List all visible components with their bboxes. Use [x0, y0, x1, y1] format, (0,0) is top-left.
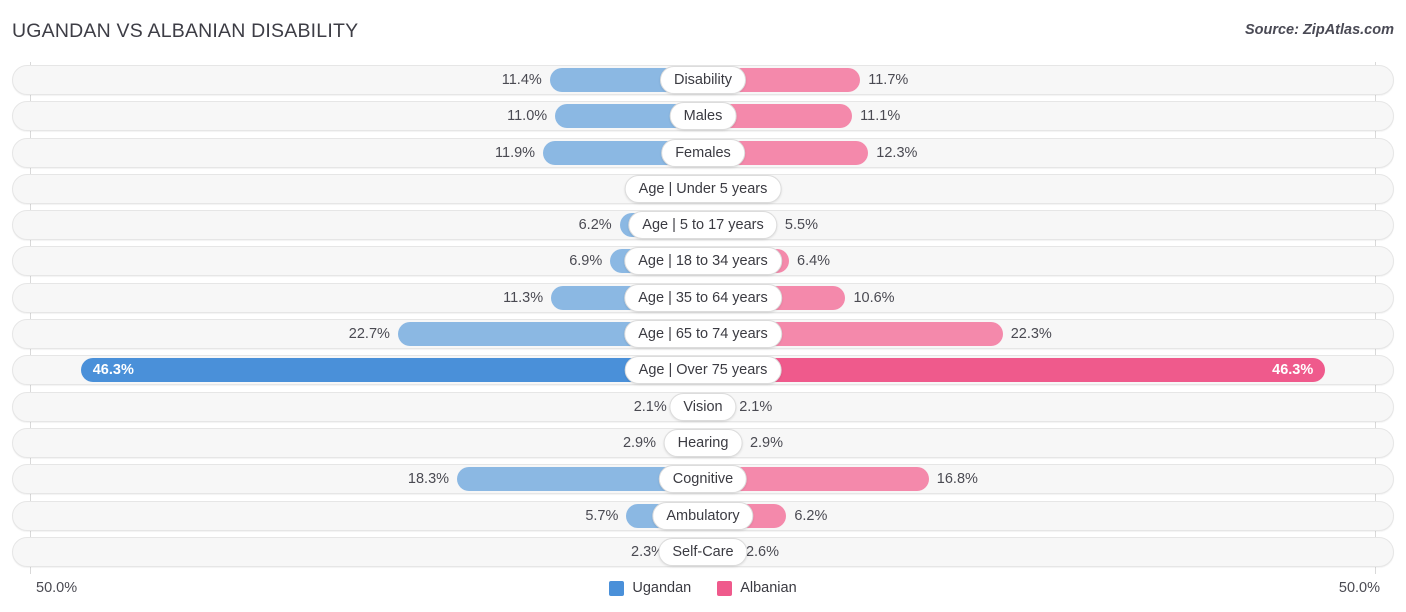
category-label-pill: Age | 65 to 74 years — [624, 320, 782, 349]
category-label-pill: Self-Care — [658, 537, 748, 566]
legend-swatch-icon — [609, 580, 625, 596]
value-label-ugandan: 11.3% — [503, 289, 544, 306]
chart-legend: Ugandan Albanian — [0, 580, 1406, 596]
table-row[interactable]: 6.9% 6.4% Age | 18 to 34 years — [0, 246, 1406, 277]
value-label-ugandan: 22.7% — [348, 326, 390, 343]
value-label-albanian: 5.5% — [784, 217, 818, 234]
table-row[interactable]: 2.9% 2.9% Hearing — [0, 427, 1406, 458]
table-row[interactable]: 6.2% 5.5% Age | 5 to 17 years — [0, 210, 1406, 241]
source-attribution: Source: ZipAtlas.com — [1244, 22, 1394, 38]
value-label-albanian: 12.3% — [876, 144, 918, 161]
value-label-ugandan: 11.0% — [507, 108, 548, 125]
value-label-albanian: 6.2% — [794, 507, 828, 524]
table-row[interactable]: 11.4% 11.7% Disability — [0, 65, 1406, 95]
chart-header: UGANDAN VS ALBANIAN DISABILITY Source: Z… — [0, 0, 1406, 62]
value-label-albanian: 46.3% — [1272, 362, 1314, 379]
value-label-albanian: 11.1% — [860, 108, 901, 125]
value-label-ugandan: 2.9% — [622, 434, 657, 451]
value-label-albanian: 11.7% — [868, 72, 909, 88]
category-label-pill: Disability — [659, 66, 747, 94]
table-row[interactable]: 2.3% 2.6% Self-Care — [0, 536, 1406, 567]
table-row[interactable]: 11.9% 12.3% Females — [0, 137, 1406, 168]
legend-item[interactable]: Albanian — [717, 580, 797, 596]
value-label-albanian: 2.9% — [749, 434, 784, 451]
table-row[interactable]: 11.0% 11.1% Males — [0, 101, 1406, 132]
value-label-ugandan: 5.7% — [585, 507, 619, 524]
category-label-pill: Hearing — [663, 428, 743, 457]
chart-footer: 50.0% 50.0% Ugandan Albanian — [0, 574, 1406, 612]
legend-label: Albanian — [740, 580, 797, 596]
value-label-ugandan: 2.1% — [633, 398, 667, 415]
table-row[interactable]: 11.3% 10.6% Age | 35 to 64 years — [0, 282, 1406, 313]
legend-label: Ugandan — [632, 580, 692, 596]
table-row[interactable]: 22.7% 22.3% Age | 65 to 74 years — [0, 319, 1406, 350]
page-title: UGANDAN VS ALBANIAN DISABILITY — [12, 20, 359, 42]
value-label-albanian: 22.3% — [1010, 326, 1052, 343]
chart-plot-area: 11.4% 11.7% Disability 11.0% 11.1% Males 11.9%… — [0, 62, 1406, 574]
category-label-pill: Cognitive — [658, 465, 748, 494]
value-label-ugandan: 11.4% — [501, 72, 542, 88]
category-label-pill: Age | 18 to 34 years — [624, 247, 782, 276]
bar-rows-container: 11.4% 11.7% Disability 11.0% 11.1% Males 11.9%… — [0, 65, 1406, 573]
table-row[interactable]: 18.3% 16.8% Cognitive — [0, 464, 1406, 495]
value-label-albanian: 6.4% — [797, 253, 831, 270]
legend-swatch-icon — [717, 580, 733, 596]
table-row[interactable]: 46.3% 46.3% Age | Over 75 years — [0, 355, 1406, 386]
category-label-pill: Age | Under 5 years — [624, 174, 782, 203]
value-label-albanian: 10.6% — [853, 289, 895, 306]
category-label-pill: Age | 35 to 64 years — [624, 283, 782, 312]
category-label-pill: Females — [661, 138, 745, 167]
table-row[interactable]: 1.1%1.1%Age | Under 5 years — [0, 173, 1406, 204]
value-label-albanian: 2.1% — [739, 398, 773, 415]
value-label-ugandan: 2.3% — [631, 543, 665, 560]
value-label-albanian: 16.8% — [936, 471, 978, 488]
value-label-ugandan: 11.9% — [495, 144, 536, 161]
value-label-albanian: 2.6% — [745, 543, 779, 560]
legend-item[interactable]: Ugandan — [609, 580, 691, 596]
value-label-ugandan: 18.3% — [407, 471, 450, 488]
table-row[interactable]: 5.7% 6.2% Ambulatory — [0, 500, 1406, 531]
category-label-pill: Vision — [669, 392, 737, 421]
category-label-pill: Ambulatory — [652, 501, 754, 530]
value-label-ugandan: 6.9% — [569, 253, 603, 270]
table-row[interactable]: 2.1% 2.1% Vision — [0, 391, 1406, 422]
value-label-ugandan: 6.2% — [578, 217, 612, 234]
category-label-pill: Age | 5 to 17 years — [628, 211, 778, 240]
category-label-pill: Males — [669, 102, 737, 131]
category-label-pill: Age | Over 75 years — [624, 356, 782, 385]
value-label-ugandan: 46.3% — [92, 362, 134, 379]
